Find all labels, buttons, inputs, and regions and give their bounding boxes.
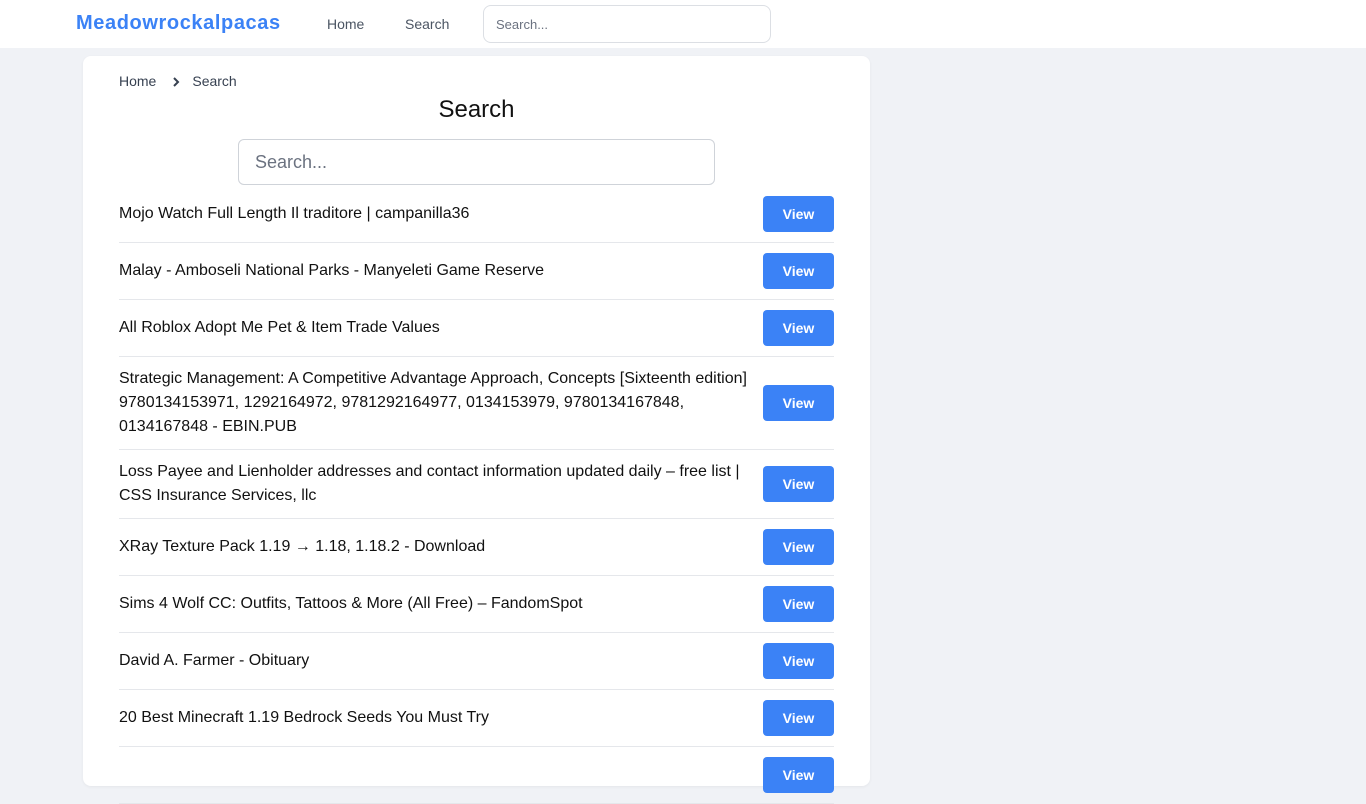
view-button[interactable]: View bbox=[763, 466, 834, 502]
result-title: Mojo Watch Full Length Il traditore | ca… bbox=[119, 205, 470, 222]
result-item: XRay Texture Pack 1.19 → 1.18, 1.18.2 - … bbox=[119, 519, 834, 576]
view-button[interactable]: View bbox=[763, 757, 834, 793]
result-title: Strategic Management: A Competitive Adva… bbox=[119, 370, 747, 435]
main-search-input[interactable] bbox=[238, 139, 715, 185]
view-button[interactable]: View bbox=[763, 385, 834, 421]
header-search-input[interactable] bbox=[483, 5, 771, 43]
results-list: Mojo Watch Full Length Il traditore | ca… bbox=[119, 186, 834, 804]
result-title: David A. Farmer - Obituary bbox=[119, 652, 310, 669]
result-item: Mojo Watch Full Length Il traditore | ca… bbox=[119, 186, 834, 243]
result-title: Loss Payee and Lienholder addresses and … bbox=[119, 463, 740, 504]
result-item: Malay - Amboseli National Parks - Manyel… bbox=[119, 243, 834, 300]
result-item: View bbox=[119, 747, 834, 804]
result-title: Sims 4 Wolf CC: Outfits, Tattoos & More … bbox=[119, 595, 583, 612]
view-button[interactable]: View bbox=[763, 586, 834, 622]
result-title: All Roblox Adopt Me Pet & Item Trade Val… bbox=[119, 319, 440, 336]
view-button[interactable]: View bbox=[763, 196, 834, 232]
result-item: David A. Farmer - Obituary View bbox=[119, 633, 834, 690]
brand-logo-link[interactable]: Meadowrockalpacas bbox=[76, 12, 281, 35]
result-title: Malay - Amboseli National Parks - Manyel… bbox=[119, 262, 545, 279]
page-title: Search bbox=[438, 96, 515, 123]
top-navbar: Meadowrockalpacas Home Search bbox=[0, 0, 1366, 48]
result-item: All Roblox Adopt Me Pet & Item Trade Val… bbox=[119, 300, 834, 357]
result-item: 20 Best Minecraft 1.19 Bedrock Seeds You… bbox=[119, 690, 834, 747]
result-title: XRay Texture Pack 1.19 → 1.18, 1.18.2 - … bbox=[119, 538, 486, 555]
result-item: Sims 4 Wolf CC: Outfits, Tattoos & More … bbox=[119, 576, 834, 633]
search-card: Home Search Search Mojo Watch Full Lengt… bbox=[83, 56, 870, 804]
breadcrumb-home-link[interactable]: Home bbox=[119, 73, 156, 89]
result-item: Strategic Management: A Competitive Adva… bbox=[119, 357, 834, 450]
nav-search-link[interactable]: Search bbox=[405, 16, 449, 32]
nav-home-link[interactable]: Home bbox=[327, 16, 364, 32]
view-button[interactable]: View bbox=[763, 700, 834, 736]
view-button[interactable]: View bbox=[763, 253, 834, 289]
view-button[interactable]: View bbox=[763, 529, 834, 565]
breadcrumb-current: Search bbox=[192, 73, 237, 89]
chevron-right-icon bbox=[170, 75, 182, 87]
result-item: Loss Payee and Lienholder addresses and … bbox=[119, 450, 834, 519]
result-title: 20 Best Minecraft 1.19 Bedrock Seeds You… bbox=[119, 709, 489, 726]
breadcrumb: Home Search bbox=[119, 73, 237, 89]
view-button[interactable]: View bbox=[763, 643, 834, 679]
view-button[interactable]: View bbox=[763, 310, 834, 346]
